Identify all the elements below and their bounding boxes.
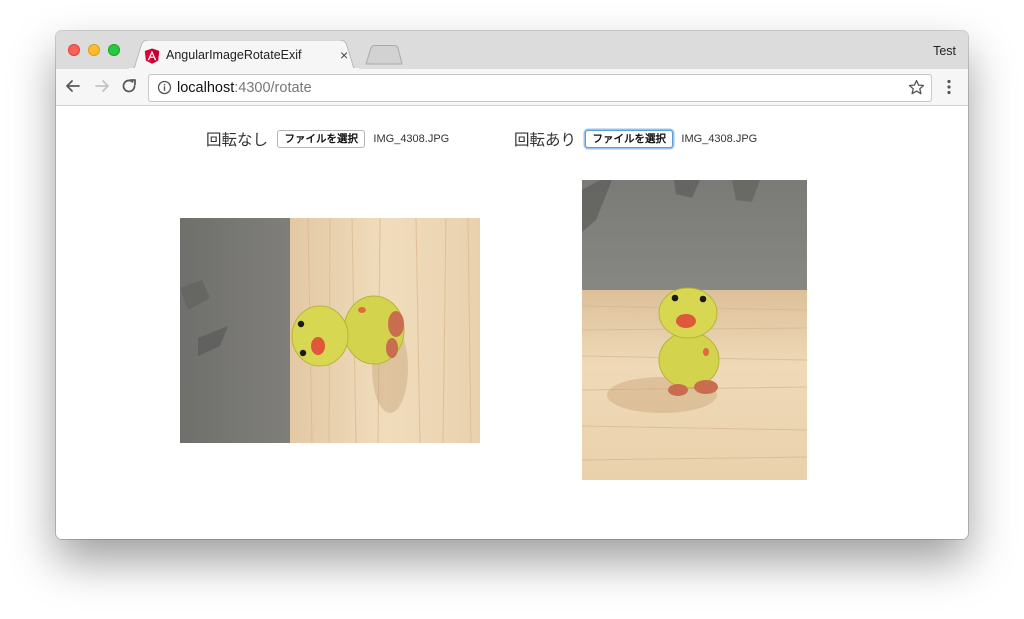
upload-label: 回転あり — [514, 132, 577, 149]
choose-file-button[interactable]: ファイルを選択 — [585, 130, 673, 148]
upload-with-rotation: 回転あり ファイルを選択 IMG_4308.JPG — [514, 128, 757, 150]
file-name: IMG_4308.JPG — [681, 133, 758, 145]
profile-name[interactable]: Test — [933, 44, 956, 58]
active-tab[interactable]: AngularImageRotateExif × — [128, 40, 360, 70]
browser-window: AngularImageRotateExif × Test localhost:… — [56, 31, 968, 539]
info-icon[interactable] — [157, 80, 172, 95]
tab-title: AngularImageRotateExif — [166, 48, 302, 62]
maximize-window-button[interactable] — [108, 44, 120, 56]
forward-arrow-icon[interactable] — [93, 77, 111, 95]
page-content: 回転なし ファイルを選択 IMG_4308.JPG 回転あり ファイルを選択 I… — [56, 106, 968, 539]
reload-icon[interactable] — [120, 77, 138, 95]
choose-file-button[interactable]: ファイルを選択 — [277, 130, 365, 148]
toolbar: localhost:4300/rotate — [56, 69, 968, 106]
bookmark-star-icon[interactable] — [908, 79, 925, 96]
photo-without-rotation — [180, 218, 480, 443]
upload-no-rotation: 回転なし ファイルを選択 IMG_4308.JPG — [206, 128, 449, 150]
back-arrow-icon[interactable] — [64, 77, 82, 95]
close-tab-icon[interactable]: × — [340, 46, 348, 64]
new-tab-button[interactable] — [364, 45, 404, 65]
url-path: :4300/rotate — [234, 80, 312, 96]
title-bar: AngularImageRotateExif × Test — [56, 31, 968, 70]
angular-icon — [144, 48, 160, 64]
close-window-button[interactable] — [68, 44, 80, 56]
file-name: IMG_4308.JPG — [373, 133, 450, 145]
minimize-window-button[interactable] — [88, 44, 100, 56]
url-host: localhost — [177, 80, 235, 96]
upload-label: 回転なし — [206, 132, 269, 149]
menu-dots-icon[interactable] — [943, 78, 955, 96]
url-text[interactable]: localhost:4300/rotate — [177, 80, 312, 96]
address-bar[interactable]: localhost:4300/rotate — [148, 74, 932, 102]
photo-with-rotation — [582, 180, 807, 480]
